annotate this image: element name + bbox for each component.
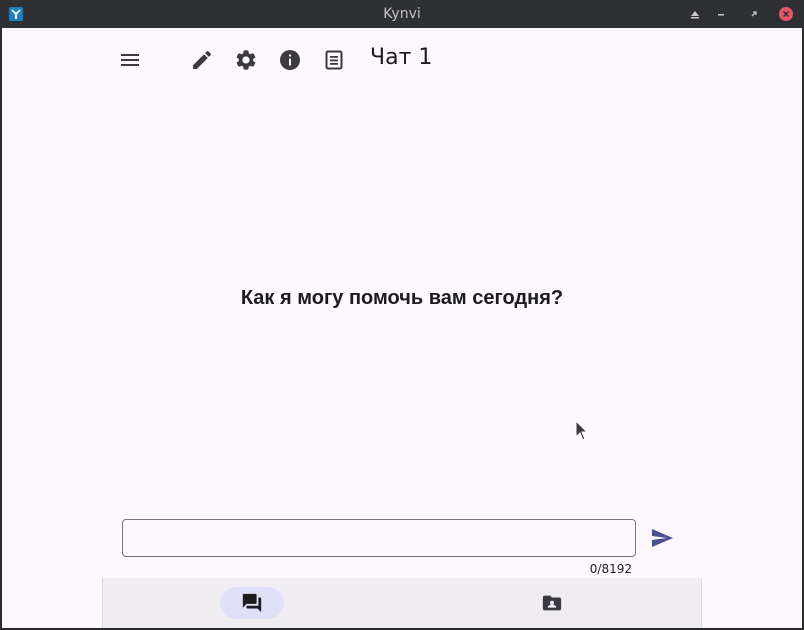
pencil-icon[interactable] — [190, 48, 214, 72]
document-icon[interactable] — [322, 48, 346, 72]
greeting-text: Как я могу помочь вам сегодня? — [240, 287, 564, 309]
minimize-icon[interactable] — [713, 6, 729, 22]
app-window: Чат 1 Как я могу помочь вам сегодня? 0/8… — [2, 28, 802, 628]
message-input[interactable] — [122, 519, 636, 557]
menu-icon[interactable] — [118, 48, 142, 72]
close-icon[interactable] — [778, 6, 794, 22]
send-icon[interactable] — [650, 526, 674, 550]
chat-bubbles-icon — [242, 593, 262, 613]
keep-above-icon[interactable] — [687, 6, 703, 22]
mouse-cursor-icon — [575, 420, 589, 441]
maximize-icon[interactable] — [746, 6, 762, 22]
gear-icon[interactable] — [234, 48, 258, 72]
window-titlebar: Kynvi — [0, 0, 804, 28]
bottom-navigation — [102, 578, 702, 628]
nav-chats-tab[interactable] — [220, 587, 284, 619]
chat-title: Чат 1 — [370, 45, 433, 70]
window-title: Kynvi — [383, 6, 421, 22]
character-counter: 0/8192 — [589, 562, 632, 576]
nav-contacts-tab[interactable] — [520, 587, 584, 619]
info-icon[interactable] — [278, 48, 302, 72]
contact-folder-icon — [542, 595, 562, 611]
top-toolbar: Чат 1 — [2, 28, 802, 92]
